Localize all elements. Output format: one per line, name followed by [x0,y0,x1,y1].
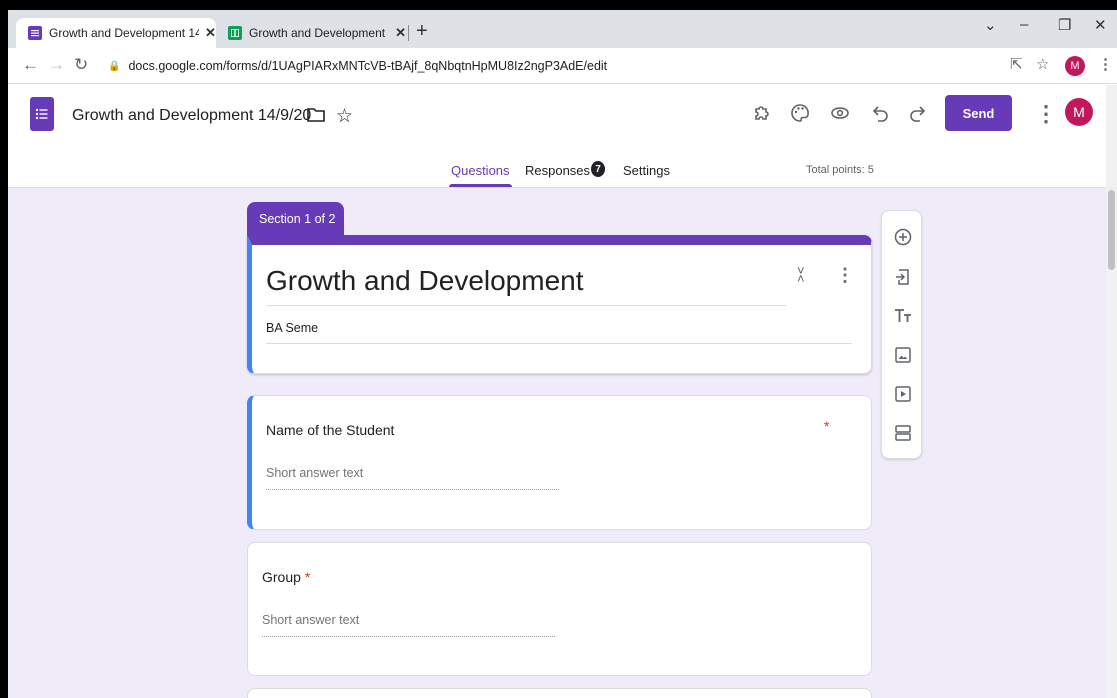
tab-title: Growth and Development (Respo [249,26,389,40]
close-tab-icon[interactable]: ✕ [205,25,216,41]
address-bar[interactable]: 🔒 docs.google.com/forms/d/1UAgPIARxMNTcV… [108,53,1008,79]
page-scrollbar[interactable] [1106,85,1117,698]
preview-eye-icon[interactable] [830,103,850,128]
short-answer-placeholder: Short answer text [262,613,360,627]
question-title[interactable]: Name of the Student [266,422,394,438]
add-image-icon[interactable] [892,344,913,365]
window-close-icon[interactable]: ✕ [1094,16,1107,34]
move-to-folder-icon[interactable] [307,107,325,128]
collapse-section-icon[interactable]: ˅ ˄ [797,264,805,285]
google-forms-logo-icon[interactable] [30,97,54,131]
close-tab-icon[interactable]: ✕ [395,25,406,41]
add-question-icon[interactable] [892,226,913,247]
description-underline [266,343,852,344]
forward-icon[interactable]: → [48,55,65,75]
account-avatar[interactable]: M [1065,98,1093,126]
tab-strip: Growth and Development 14/9/2 ✕ Growth a… [8,10,1117,48]
tab-title: Growth and Development 14/9/2 [49,26,199,40]
section-label: Section 1 of 2 [247,202,344,236]
forms-favicon-icon [28,26,42,40]
browser-tab-responses[interactable]: Growth and Development (Respo ✕ [216,18,406,48]
tab-responses[interactable]: Responses [525,163,590,178]
url-text: docs.google.com/forms/d/1UAgPIARxMNTcVB-… [128,59,608,73]
scrollbar-thumb[interactable] [1108,190,1115,270]
form-title[interactable]: Growth and Development [266,265,584,297]
tab-questions[interactable]: Questions [451,163,510,178]
reload-icon[interactable]: ↻ [74,55,88,75]
answer-underline [266,489,559,490]
browser-toolbar: ← → ↻ 🔒 docs.google.com/forms/d/1UAgPIAR… [8,48,1117,84]
star-icon[interactable]: ☆ [336,105,353,128]
tab-settings[interactable]: Settings [623,163,670,178]
question-title[interactable]: Group * [262,569,310,585]
undo-icon[interactable] [872,103,890,128]
redo-icon[interactable] [908,103,926,128]
section-more-icon[interactable]: ⋮ [836,265,854,286]
required-asterisk: * [304,569,311,585]
add-video-icon[interactable] [892,383,913,404]
question-title-text: Group [262,569,301,585]
addons-icon[interactable] [752,103,772,128]
bookmark-star-icon[interactable]: ☆ [1036,55,1049,73]
minimize-icon[interactable]: – [1020,16,1028,33]
active-tab-indicator [449,184,512,187]
question-card[interactable] [247,688,872,698]
browser-tab-form[interactable]: Growth and Development 14/9/2 ✕ [16,18,216,48]
browser-menu-icon[interactable]: ⋮ [1098,55,1113,73]
restore-icon[interactable]: ❐ [1058,16,1071,34]
answer-underline [262,636,555,637]
tab-search-icon[interactable]: ⌄ [984,16,997,34]
import-questions-icon[interactable] [892,266,913,287]
profile-avatar[interactable]: M [1065,56,1085,76]
document-title[interactable]: Growth and Development 14/9/20 [72,107,311,125]
required-asterisk: * [824,418,830,434]
forms-header: Growth and Development 14/9/20 ☆ Send ⋮ … [8,85,1117,188]
form-header-card[interactable]: Growth and Development ˅ ˄ ⋮ BA Seme [247,235,872,374]
total-points: Total points: 5 [806,164,874,176]
share-icon[interactable]: ⇱ [1010,55,1023,73]
title-underline [266,305,786,306]
question-card[interactable]: Name of the Student * Short answer text [247,395,872,530]
question-card[interactable]: Group * Short answer text [247,542,872,676]
tab-separator [408,25,409,41]
more-options-icon[interactable]: ⋮ [1035,101,1057,127]
palette-icon[interactable] [790,103,810,128]
floating-toolbar [881,210,922,459]
add-title-icon[interactable] [892,305,913,326]
back-icon[interactable]: ← [22,55,39,75]
lock-icon: 🔒 [108,60,121,72]
form-editor-area: Section 1 of 2 Growth and Development ˅ ˄… [8,188,1106,698]
responses-count-badge: 7 [591,161,605,177]
browser-window: Growth and Development 14/9/2 ✕ Growth a… [8,10,1117,698]
short-answer-placeholder: Short answer text [266,466,364,480]
sheets-favicon-icon [228,26,242,40]
form-description[interactable]: BA Seme [266,321,318,335]
new-tab-icon[interactable]: + [416,20,428,43]
add-section-icon[interactable] [892,422,913,443]
send-button[interactable]: Send [945,95,1012,131]
